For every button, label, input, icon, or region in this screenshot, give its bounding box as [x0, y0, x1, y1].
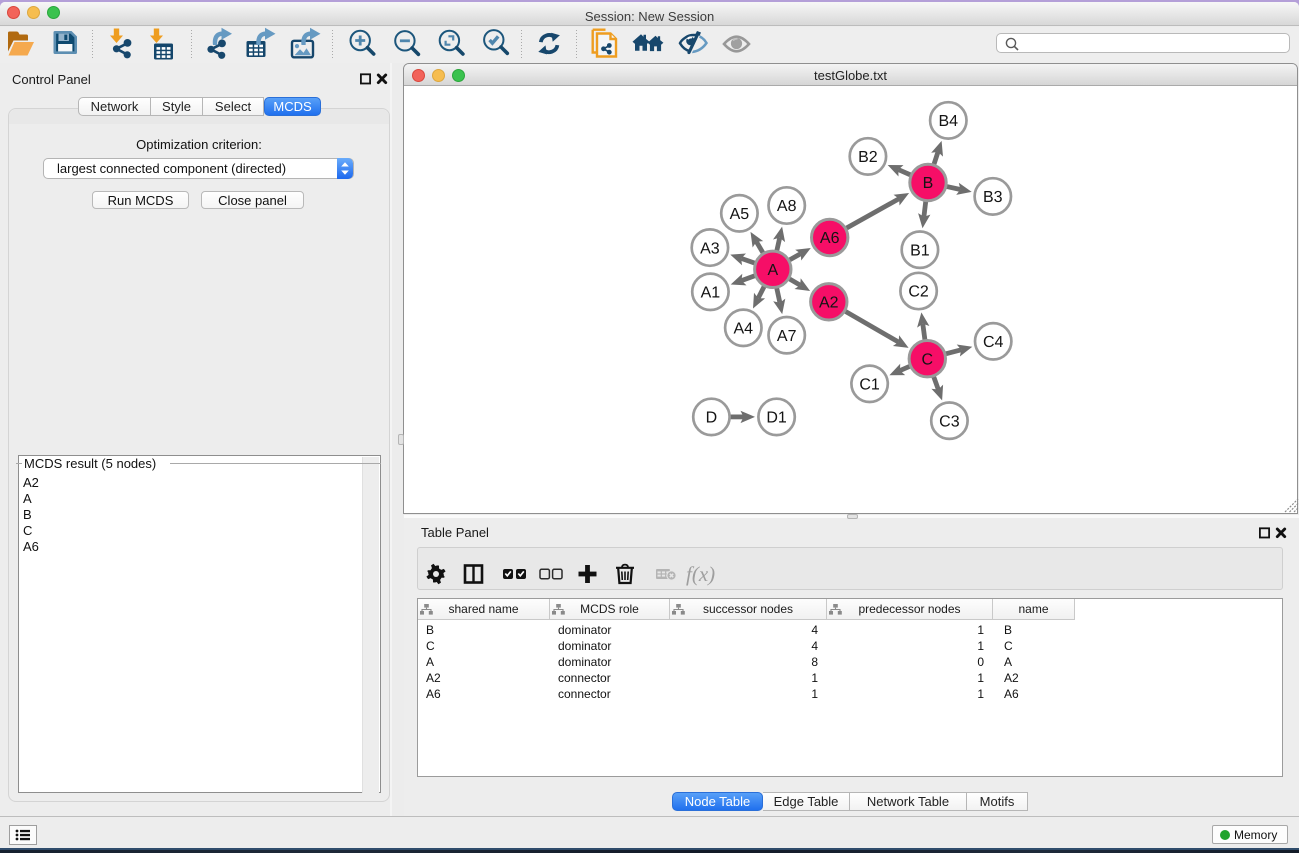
svg-text:D: D [705, 409, 717, 426]
svg-text:A1: A1 [700, 284, 720, 301]
svg-text:C4: C4 [982, 334, 1003, 351]
svg-text:f(x): f(x) [686, 562, 715, 586]
svg-text:A4: A4 [733, 320, 753, 337]
svg-text:C: C [921, 351, 933, 368]
svg-text:A: A [767, 262, 778, 279]
svg-text:B2: B2 [858, 149, 878, 166]
svg-text:A8: A8 [776, 198, 796, 215]
svg-text:B1: B1 [910, 242, 930, 259]
svg-text:D1: D1 [766, 409, 787, 426]
svg-text:A2: A2 [819, 294, 839, 311]
svg-text:C3: C3 [939, 413, 960, 430]
svg-text:A7: A7 [776, 327, 796, 344]
svg-text:A3: A3 [700, 240, 720, 257]
svg-text:A5: A5 [729, 206, 749, 223]
svg-text:B: B [922, 175, 933, 192]
svg-text:A6: A6 [819, 230, 839, 247]
svg-text:C2: C2 [908, 283, 929, 300]
svg-text:B4: B4 [938, 113, 958, 130]
svg-text:C1: C1 [859, 376, 880, 393]
svg-text:B3: B3 [983, 189, 1003, 206]
